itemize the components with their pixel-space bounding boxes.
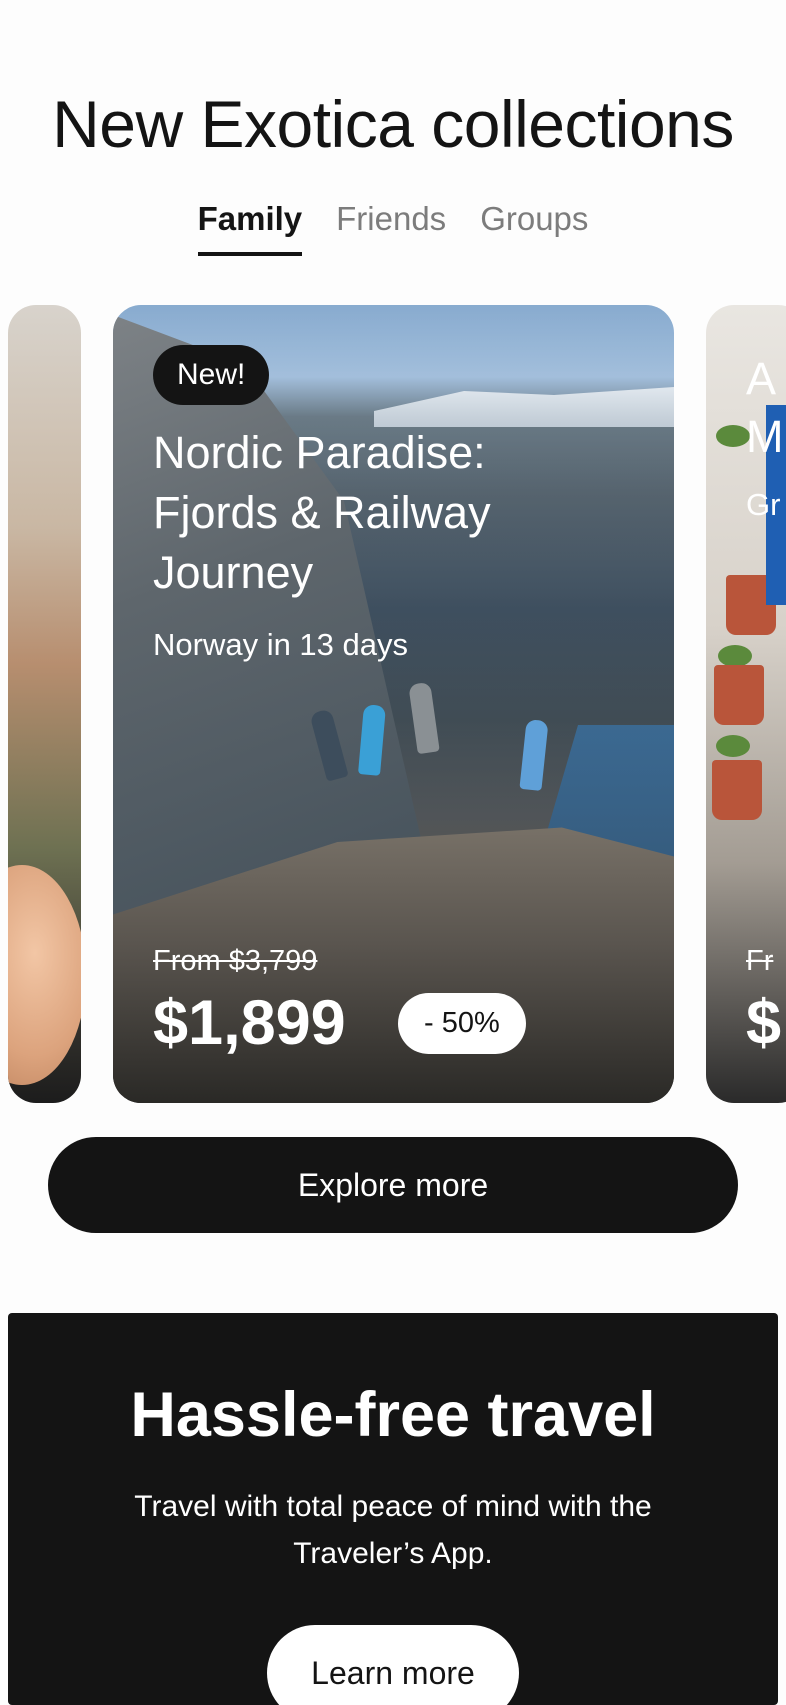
hassle-free-promo: Hassle-free travel Travel with total pea… — [8, 1313, 778, 1705]
learn-more-button[interactable]: Learn more — [267, 1625, 519, 1705]
tab-groups[interactable]: Groups — [480, 200, 588, 256]
original-price: From $3,799 — [153, 945, 318, 977]
discount-badge: - 50% — [398, 993, 526, 1054]
next-card-subtitle: Gr — [746, 487, 781, 522]
plant-leaf-image — [718, 645, 752, 667]
plant-leaf-image — [716, 425, 750, 447]
snow-ridge-image — [374, 387, 674, 427]
new-badge: New! — [153, 345, 270, 405]
featured-trip-card[interactable]: New! Nordic Paradise: Fjords & Railway J… — [113, 305, 674, 1103]
collection-tabs: Family Friends Groups — [0, 200, 786, 256]
promo-description: Travel with total peace of mind with the… — [134, 1490, 652, 1570]
next-card-original-price: Fr — [746, 945, 774, 977]
next-trip-card[interactable]: A M Gr Fr $ — [706, 305, 786, 1103]
plant-leaf-image — [716, 735, 750, 757]
section-title: New Exotica collections — [52, 87, 734, 161]
next-card-title-line-2: M — [746, 411, 784, 462]
page: New Exotica collections Family Friends G… — [0, 0, 786, 1705]
next-card-sale-price: $ — [746, 988, 782, 1058]
next-card-title-line-1: A — [746, 353, 777, 404]
trip-duration: Norway in 13 days — [153, 627, 409, 662]
sale-price: $1,899 — [153, 988, 346, 1058]
flower-pot-image — [712, 760, 762, 820]
jumping-person-figure — [408, 681, 440, 755]
explore-more-button[interactable]: Explore more — [48, 1137, 738, 1233]
promo-title: Hassle-free travel — [130, 1380, 656, 1450]
previous-trip-card[interactable] — [8, 305, 81, 1103]
tab-friends[interactable]: Friends — [336, 200, 446, 256]
smiling-person-image — [8, 865, 81, 1085]
tab-family[interactable]: Family — [197, 200, 303, 256]
trip-title: Nordic Paradise: Fjords & Railway Journe… — [153, 427, 491, 598]
flower-pot-image — [714, 665, 764, 725]
jumping-person-figure — [519, 719, 549, 791]
